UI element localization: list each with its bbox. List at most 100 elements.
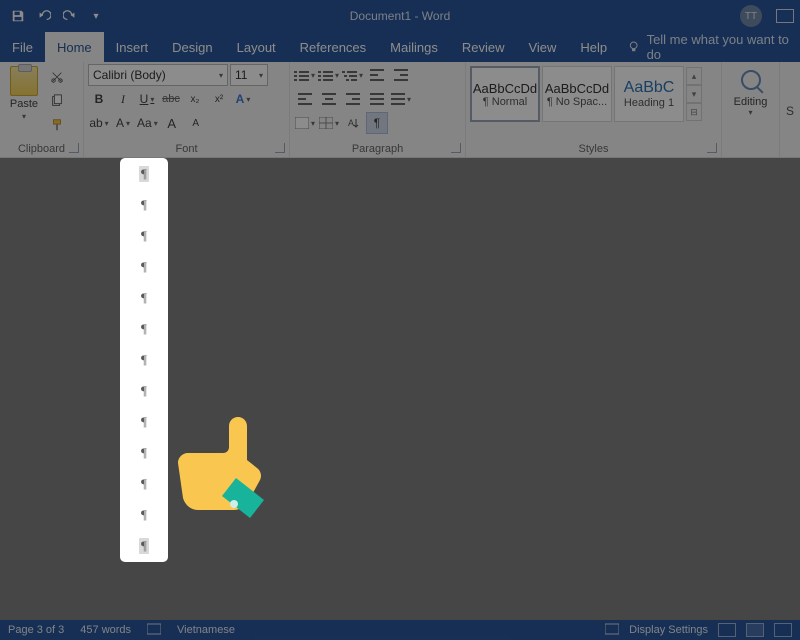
group-font-label: Font: [84, 143, 289, 155]
lightbulb-icon: [627, 40, 640, 54]
save-icon[interactable]: [10, 8, 26, 24]
account-avatar[interactable]: TT: [740, 5, 762, 27]
text-effects-button[interactable]: A: [232, 88, 254, 110]
view-print-layout-button[interactable]: [746, 623, 764, 637]
styles-scroll: ▴ ▾ ⊟: [686, 67, 702, 121]
shading-button[interactable]: [294, 112, 316, 134]
tab-home[interactable]: Home: [45, 32, 104, 62]
status-language[interactable]: Vietnamese: [177, 624, 235, 636]
pilcrow-mark: ¶: [141, 352, 147, 368]
styles-dialog-launcher[interactable]: [707, 143, 717, 153]
display-settings-label[interactable]: Display Settings: [629, 624, 708, 636]
paste-label: Paste: [10, 98, 38, 110]
clipboard-dialog-launcher[interactable]: [69, 143, 79, 153]
pilcrow-mark: ¶: [141, 383, 147, 399]
numbering-button[interactable]: [318, 64, 340, 86]
bold-button[interactable]: B: [88, 88, 110, 110]
justify-button[interactable]: [366, 88, 388, 110]
status-page[interactable]: Page 3 of 3: [8, 624, 64, 636]
superscript-button[interactable]: x: [208, 88, 230, 110]
pilcrow-mark: ¶: [139, 538, 149, 554]
highlighted-paragraph-strip: ¶ ¶ ¶ ¶ ¶ ¶ ¶ ¶ ¶ ¶ ¶ ¶ ¶: [122, 160, 166, 560]
strikethrough-button[interactable]: abc: [160, 88, 182, 110]
tab-design[interactable]: Design: [160, 32, 224, 62]
status-words[interactable]: 457 words: [80, 624, 131, 636]
paragraph-dialog-launcher[interactable]: [451, 143, 461, 153]
tab-view[interactable]: View: [516, 32, 568, 62]
qat-customize-icon[interactable]: ▾: [88, 8, 104, 24]
borders-button[interactable]: [318, 112, 340, 134]
group-styles: AaBbCcDd ¶ Normal AaBbCcDd ¶ No Spac... …: [466, 62, 722, 157]
align-center-button[interactable]: [318, 88, 340, 110]
line-spacing-button[interactable]: [390, 88, 412, 110]
style-nospacing-label: ¶ No Spac...: [547, 96, 607, 108]
display-settings-icon[interactable]: [605, 623, 619, 638]
change-case-button[interactable]: Aa: [136, 112, 159, 134]
group-clipboard: Paste ▾ Clipboard: [0, 62, 84, 157]
pilcrow-mark: ¶: [141, 507, 147, 523]
show-hide-pilcrow-button[interactable]: ¶: [366, 112, 388, 134]
italic-button[interactable]: I: [112, 88, 134, 110]
cut-button[interactable]: [46, 66, 68, 88]
view-web-layout-button[interactable]: [774, 623, 792, 637]
styles-scroll-up[interactable]: ▴: [686, 67, 702, 85]
svg-text:A: A: [348, 118, 354, 128]
view-read-mode-button[interactable]: [718, 623, 736, 637]
style-normal[interactable]: AaBbCcDd ¶ Normal: [470, 66, 540, 122]
pilcrow-mark: ¶: [141, 414, 147, 430]
font-dialog-launcher[interactable]: [275, 143, 285, 153]
pilcrow-mark: ¶: [141, 476, 147, 492]
ribbon-display-options-icon[interactable]: [776, 9, 794, 23]
pilcrow-mark: ¶: [139, 166, 149, 182]
tell-me-label: Tell me what you want to do: [647, 32, 800, 62]
tab-references[interactable]: References: [288, 32, 378, 62]
grow-font-button[interactable]: A: [161, 112, 183, 134]
text-highlight-button[interactable]: ab: [88, 112, 110, 134]
styles-gallery-expand[interactable]: ⊟: [686, 103, 702, 121]
tell-me-search[interactable]: Tell me what you want to do: [627, 32, 800, 62]
ribbon-tabs: File Home Insert Design Layout Reference…: [0, 32, 800, 62]
redo-icon[interactable]: [62, 8, 78, 24]
group-truncated: S: [780, 62, 800, 157]
style-nospacing[interactable]: AaBbCcDd ¶ No Spac...: [542, 66, 612, 122]
underline-button[interactable]: U: [136, 88, 158, 110]
find-icon[interactable]: [741, 70, 761, 90]
style-normal-preview: AaBbCcDd: [473, 81, 537, 96]
group-styles-label: Styles: [466, 143, 721, 155]
tab-file[interactable]: File: [0, 32, 45, 62]
bullets-button[interactable]: [294, 64, 316, 86]
undo-icon[interactable]: [36, 8, 52, 24]
style-heading1-preview: AaBbC: [624, 79, 675, 97]
tab-mailings[interactable]: Mailings: [378, 32, 450, 62]
status-proofing-icon[interactable]: [147, 623, 161, 638]
paste-icon: [10, 66, 38, 96]
font-size-combo[interactable]: 11▾: [230, 64, 268, 86]
decrease-indent-button[interactable]: [366, 64, 388, 86]
font-color-button[interactable]: A: [112, 112, 134, 134]
subscript-button[interactable]: x: [184, 88, 206, 110]
align-right-button[interactable]: [342, 88, 364, 110]
align-left-button[interactable]: [294, 88, 316, 110]
pointing-hand-icon: [168, 408, 278, 518]
tab-help[interactable]: Help: [568, 32, 619, 62]
quick-access-toolbar: ▾: [0, 8, 104, 24]
multilevel-list-button[interactable]: [342, 64, 364, 86]
pilcrow-mark: ¶: [141, 197, 147, 213]
copy-button[interactable]: [46, 90, 68, 112]
style-normal-label: ¶ Normal: [483, 96, 527, 108]
increase-indent-button[interactable]: [390, 64, 412, 86]
tab-layout[interactable]: Layout: [225, 32, 288, 62]
format-painter-button[interactable]: [46, 114, 68, 136]
sort-button[interactable]: A: [342, 112, 364, 134]
tab-insert[interactable]: Insert: [104, 32, 161, 62]
pilcrow-mark: ¶: [141, 321, 147, 337]
styles-scroll-down[interactable]: ▾: [686, 85, 702, 103]
font-name-combo[interactable]: Calibri (Body)▾: [88, 64, 228, 86]
document-area[interactable]: [0, 158, 800, 622]
style-heading1[interactable]: AaBbC Heading 1: [614, 66, 684, 122]
document-title: Document1 - Word: [350, 9, 450, 23]
paste-button[interactable]: Paste ▾: [4, 66, 44, 136]
font-size-value: 11: [235, 68, 247, 82]
shrink-font-button[interactable]: A: [185, 112, 207, 134]
tab-review[interactable]: Review: [450, 32, 517, 62]
